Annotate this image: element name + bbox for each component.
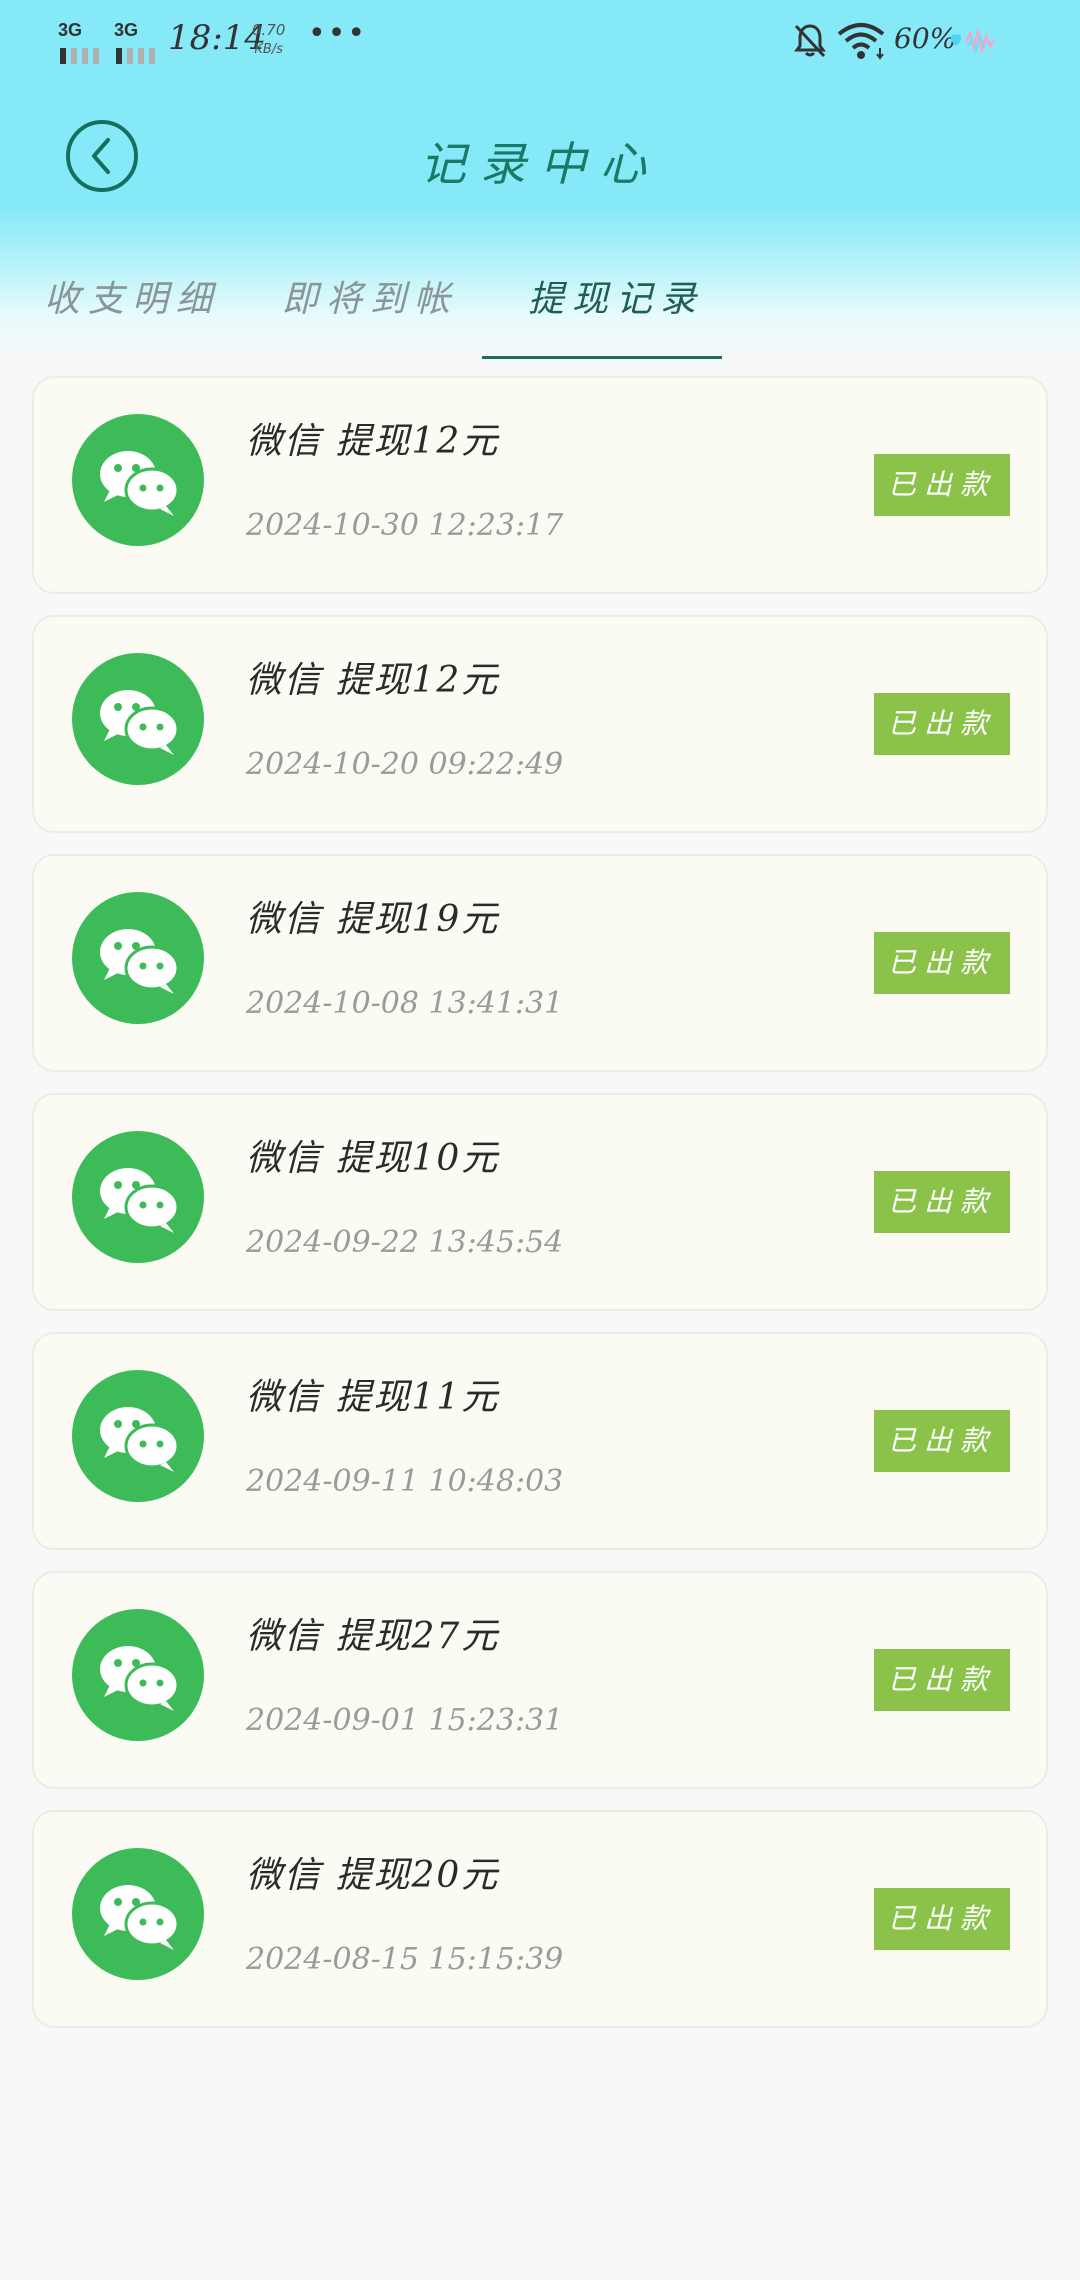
record-time: 2024-09-01 15:23:31	[246, 1703, 564, 1738]
status-bar: 3G 3G 18:14 0.70 KB/s ••• 60%	[0, 0, 1080, 84]
record-title: 微信 提现19元	[246, 899, 500, 940]
status-badge: 已出款	[874, 454, 1010, 516]
record-title: 微信 提现10元	[246, 1138, 500, 1179]
status-badge: 已出款	[874, 1649, 1010, 1711]
list-item[interactable]: 微信 提现20元 2024-08-15 15:15:39 已出款	[32, 1810, 1048, 2028]
list-item[interactable]: 微信 提现27元 2024-09-01 15:23:31 已出款	[32, 1571, 1048, 1789]
wechat-icon	[72, 892, 204, 1024]
tab-pending-arrival[interactable]: 即将到帐	[282, 270, 458, 322]
more-notifications-icon: •••	[308, 16, 368, 51]
record-time: 2024-10-08 13:41:31	[246, 986, 564, 1021]
active-tab-indicator	[482, 356, 722, 359]
list-item[interactable]: 微信 提现11元 2024-09-11 10:48:03 已出款	[32, 1332, 1048, 1550]
status-badge: 已出款	[874, 693, 1010, 755]
status-badge: 已出款	[874, 1888, 1010, 1950]
wechat-icon	[72, 1609, 204, 1741]
sim1-network-type: 3G	[58, 20, 83, 40]
wechat-icon	[72, 1131, 204, 1263]
page-title: 记录中心	[420, 137, 660, 191]
network-speed: 0.70 KB/s	[252, 20, 285, 60]
record-time: 2024-10-20 09:22:49	[246, 747, 564, 782]
record-time: 2024-09-22 13:45:54	[246, 1225, 564, 1260]
status-badge: 已出款	[874, 932, 1010, 994]
wechat-icon	[72, 1848, 204, 1980]
network-speed-unit: KB/s	[254, 42, 283, 57]
wechat-icon	[72, 653, 204, 785]
list-item[interactable]: 微信 提现19元 2024-10-08 13:41:31 已出款	[32, 854, 1048, 1072]
sim2-network-type: 3G	[114, 20, 139, 40]
record-title: 微信 提现12元	[246, 660, 500, 701]
record-time: 2024-10-30 12:23:17	[246, 508, 564, 543]
status-badge: 已出款	[874, 1410, 1010, 1472]
tab-withdrawal-records[interactable]: 提现记录	[528, 270, 704, 322]
sim1-signal-icon: 3G	[58, 20, 116, 64]
record-title: 微信 提现27元	[246, 1616, 500, 1657]
wechat-icon	[72, 414, 204, 546]
record-time: 2024-08-15 15:15:39	[246, 1942, 564, 1977]
tab-income-expense[interactable]: 收支明细	[44, 270, 220, 322]
wifi-icon	[837, 23, 885, 60]
network-speed-value: 0.70	[252, 21, 286, 39]
record-title: 微信 提现11元	[246, 1377, 500, 1418]
record-title: 微信 提现12元	[246, 421, 500, 462]
list-item[interactable]: 微信 提现12元 2024-10-20 09:22:49 已出款	[32, 615, 1048, 833]
status-badge: 已出款	[874, 1171, 1010, 1233]
sim2-signal-icon: 3G	[114, 20, 172, 64]
record-time: 2024-09-11 10:48:03	[246, 1464, 564, 1499]
record-title: 微信 提现20元	[246, 1855, 500, 1896]
list-item[interactable]: 微信 提现12元 2024-10-30 12:23:17 已出款	[32, 376, 1048, 594]
bell-muted-icon	[794, 24, 826, 58]
battery-heart-icon	[950, 29, 996, 53]
wechat-icon	[72, 1370, 204, 1502]
list-item[interactable]: 微信 提现10元 2024-09-22 13:45:54 已出款	[32, 1093, 1048, 1311]
